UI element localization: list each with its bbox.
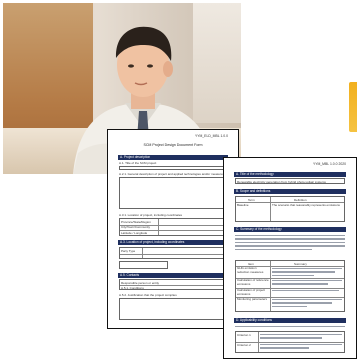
cell-lines bbox=[260, 344, 342, 351]
methodology-document: YYM_MBL 1.0.0 2020 A. Title of the metho… bbox=[223, 157, 357, 359]
table-cell: Criterion 1 bbox=[237, 333, 251, 337]
table-cell: Province/State/Region bbox=[121, 219, 151, 224]
text-box bbox=[119, 177, 227, 209]
cell-lines bbox=[272, 268, 342, 278]
table-cell: Calculation of project emissions bbox=[237, 289, 266, 296]
table-cell: City/Town/Community bbox=[121, 225, 151, 229]
project-design-document: YYM_ELD_MBL 1.0.0 SCM Project Design Doc… bbox=[107, 129, 239, 329]
small-box bbox=[119, 261, 168, 269]
table-header: Summary bbox=[294, 261, 307, 266]
table-cell: GHG emission reduction measures bbox=[237, 267, 264, 274]
section-header: A. Title of the methodology bbox=[234, 172, 346, 177]
section-subtitle: A.1. Title of the SCM project bbox=[119, 161, 157, 165]
table-cell: Responsible person or entity bbox=[121, 280, 160, 285]
document-reference: YYM_MBL 1.0.0 2020 bbox=[312, 162, 346, 166]
section-header: A. Project description bbox=[118, 155, 228, 160]
summary-table: Item Summary GHG emission reduction meas… bbox=[235, 260, 345, 312]
table-cell: Baseline bbox=[237, 203, 249, 207]
applicability-paragraph bbox=[235, 326, 345, 329]
cell-lines bbox=[272, 299, 342, 309]
text-box bbox=[119, 298, 227, 320]
section-header: A.3. Location of project, including coor… bbox=[118, 240, 228, 245]
text-box bbox=[119, 166, 227, 170]
table-cell: Criterion 2 bbox=[237, 343, 251, 347]
section-subtitle: A.3.1. Location of project, including co… bbox=[119, 213, 183, 217]
table-cell: Party Type bbox=[121, 248, 136, 253]
summary-paragraph bbox=[235, 235, 345, 252]
table-cell: The scenario that reasonably represents … bbox=[272, 203, 340, 207]
section-header: B. Scope and definitions bbox=[234, 189, 346, 194]
section-subtitle: A.5.2. Justification that the project co… bbox=[119, 293, 177, 297]
document-reference: YYM_ELD_MBL 1.0.0 bbox=[194, 134, 228, 138]
cell-lines bbox=[260, 334, 342, 341]
table-cell: Calculation of reference emissions bbox=[237, 279, 269, 286]
location-table: Province/State/Region City/Town/Communit… bbox=[119, 218, 227, 236]
table-header: Definition bbox=[294, 197, 307, 202]
table-cell: A.5.1. Conditions bbox=[121, 285, 144, 290]
table-header: Item bbox=[248, 261, 254, 266]
section-header: A.5. Contacts bbox=[118, 273, 228, 278]
section-header: D. Applicability conditions bbox=[234, 318, 346, 323]
yellow-accent-tab bbox=[349, 82, 357, 132]
table-header: Term bbox=[248, 197, 255, 202]
applicability-table: Criterion 1 Criterion 2 bbox=[235, 331, 345, 353]
table-cell: Latitude / Longitude bbox=[121, 230, 148, 235]
parties-table: Party Type bbox=[119, 247, 227, 259]
definitions-table: Term Definition Baseline The scenario th… bbox=[235, 196, 345, 222]
contacts-table: Responsible person or entity A.5.1. Cond… bbox=[119, 279, 227, 290]
section-header: C. Summary of the methodology bbox=[234, 227, 346, 232]
section-subtitle: A.2.1. General description of project an… bbox=[119, 172, 225, 176]
document-title: SCM Project Design Document Form bbox=[143, 143, 203, 147]
cell-lines bbox=[272, 290, 342, 293]
title-box: Renewable electricity generation from hy… bbox=[235, 178, 345, 184]
table-cell: Monitoring parameters bbox=[237, 298, 268, 301]
cell-lines bbox=[272, 280, 342, 287]
methodology-title: Renewable electricity generation from hy… bbox=[237, 179, 326, 184]
